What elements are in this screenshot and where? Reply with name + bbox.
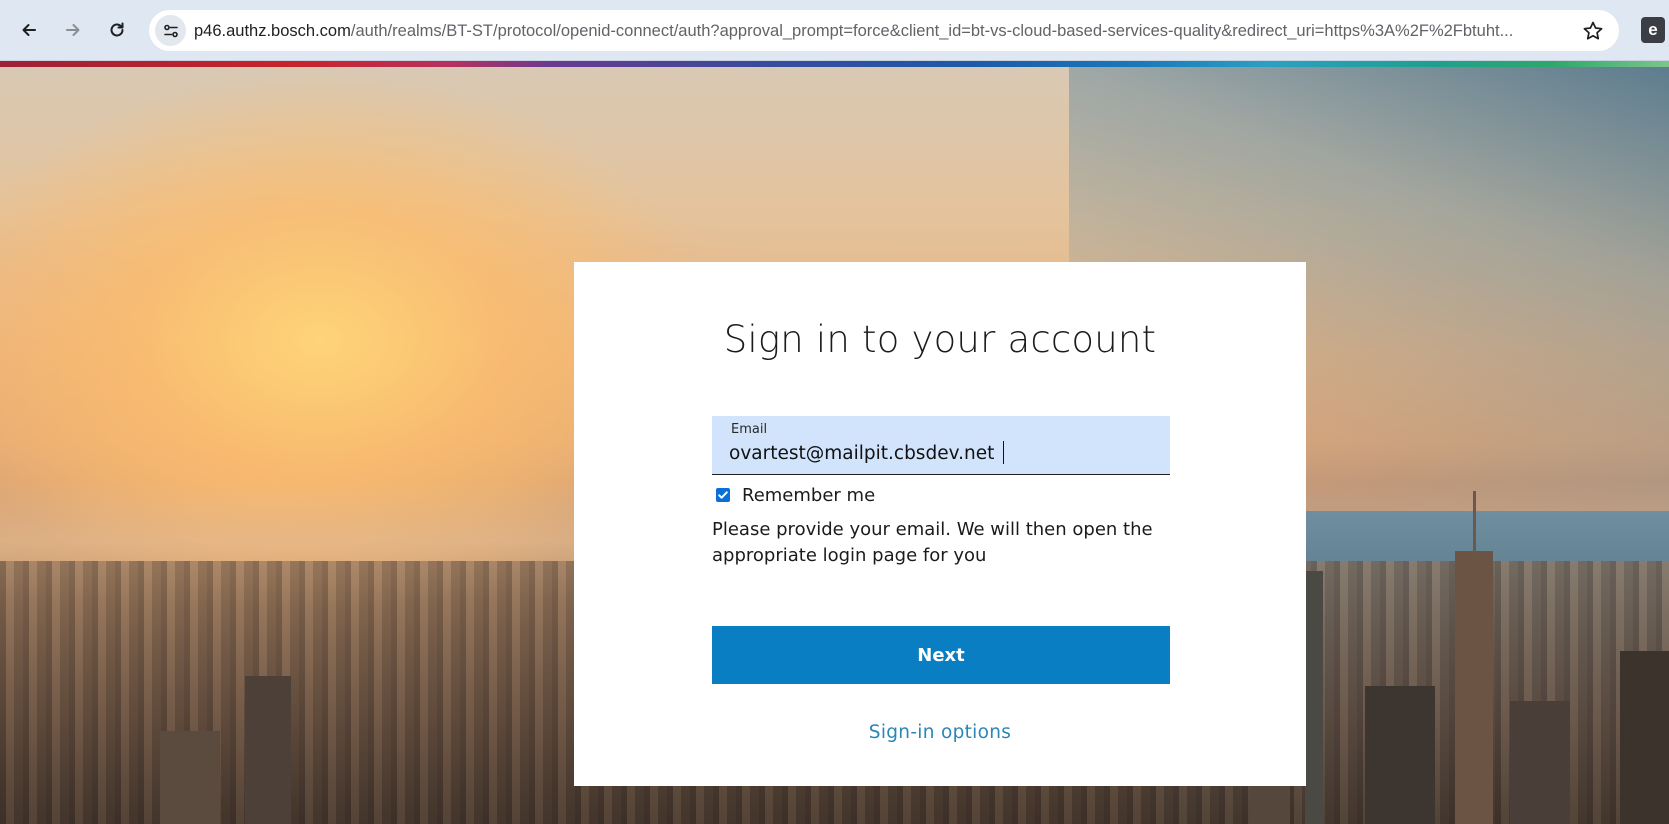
helper-text: Please provide your email. We will then … (712, 519, 1153, 566)
extension-glyph: e (1648, 20, 1658, 39)
forward-arrow-icon (66, 24, 80, 36)
text-caret (1003, 441, 1004, 464)
reload-icon (110, 22, 124, 37)
url-host: p46.authz.bosch.com (194, 22, 351, 40)
background-building (1620, 651, 1669, 824)
next-button[interactable]: Next (712, 626, 1170, 684)
email-label: Email (731, 422, 768, 437)
background-building (1305, 571, 1323, 824)
background-building (160, 731, 220, 824)
background-building (1365, 686, 1435, 824)
checkmark-icon (718, 491, 728, 499)
remember-me-label[interactable]: Remember me (742, 485, 875, 506)
brand-color-strip (0, 61, 1669, 67)
site-info-icon (163, 24, 178, 37)
email-field[interactable]: Email (712, 416, 1170, 475)
extension-icon[interactable]: e (1641, 17, 1665, 43)
background-building (1455, 551, 1493, 824)
reload-button[interactable] (100, 13, 134, 47)
back-button[interactable] (12, 13, 46, 47)
background-building (245, 676, 291, 824)
login-card: Sign in to your account Email Remember m… (574, 262, 1306, 786)
bookmark-button[interactable] (1581, 19, 1605, 43)
back-arrow-icon (22, 24, 36, 36)
forward-button[interactable] (56, 13, 90, 47)
bookmark-star-icon (1583, 21, 1603, 40)
page-title: Sign in to your account (723, 318, 1157, 361)
login-page-background: Sign in to your account Email Remember m… (0, 61, 1669, 824)
address-bar[interactable]: p46.authz.bosch.com/auth/realms/BT-ST/pr… (149, 10, 1619, 51)
background-building (1510, 701, 1570, 824)
email-input[interactable] (729, 440, 1159, 466)
background-building (1473, 491, 1476, 553)
remember-me-row[interactable]: Remember me (716, 484, 875, 506)
site-info-button[interactable] (155, 15, 186, 46)
browser-toolbar: p46.authz.bosch.com/auth/realms/BT-ST/pr… (0, 0, 1669, 61)
sign-in-options-link[interactable]: Sign-in options (574, 722, 1306, 743)
remember-me-checkbox[interactable] (716, 488, 730, 502)
url-text[interactable]: p46.authz.bosch.com/auth/realms/BT-ST/pr… (194, 21, 1564, 41)
url-path: /auth/realms/BT-ST/protocol/openid-conne… (350, 22, 1514, 40)
